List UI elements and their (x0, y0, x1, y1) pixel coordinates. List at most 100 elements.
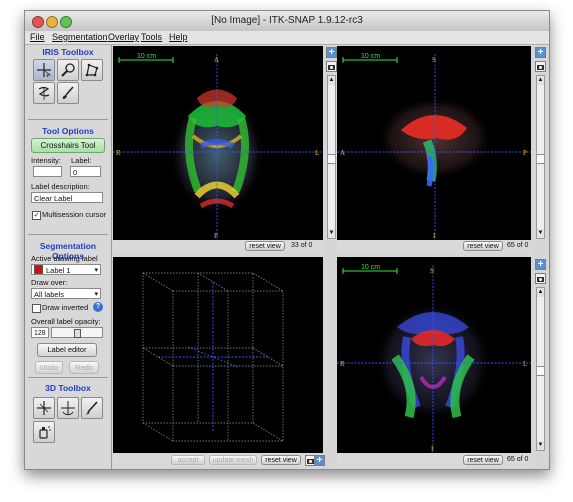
coronal-slice-scrollbar[interactable]: ▲ ▼ (536, 287, 545, 451)
camera-icon (328, 65, 335, 70)
coronal-footer: reset view 65 of 0 (337, 453, 531, 467)
intensity-label: Intensity: (31, 156, 62, 165)
coronal-reset-view-button[interactable]: reset view (463, 455, 503, 465)
axial-screenshot-button[interactable] (326, 61, 337, 72)
axial-slice-scrollbar[interactable]: ▲ ▼ (327, 75, 336, 239)
scroll-up-icon[interactable]: ▲ (537, 288, 544, 297)
crosshairs-3d-tool-button[interactable] (33, 397, 55, 419)
coronal-orient-bottom: I (431, 445, 434, 453)
label-id-field[interactable]: 0 (70, 166, 101, 177)
axial-reset-view-button[interactable]: reset view (245, 241, 285, 251)
coronal-slice-view[interactable]: 10 cm S I R L (337, 257, 531, 453)
rotate-3d-icon (61, 401, 75, 416)
rotate-3d-tool-button[interactable] (57, 397, 79, 419)
sagittal-scale-label: 10 cm (361, 53, 380, 60)
3d-accept-button[interactable]: accept (171, 455, 205, 465)
multisession-cursor-checkbox[interactable]: ✓ (32, 211, 41, 220)
camera-icon (537, 277, 544, 282)
polygon-icon (85, 63, 99, 77)
axial-slice-indicator: 33 of 0 (291, 242, 313, 249)
crosshairs-tool-button[interactable] (33, 59, 55, 81)
sagittal-slice-scrollbar[interactable]: ▲ ▼ (536, 75, 545, 239)
axial-orient-left: R (116, 149, 121, 157)
scroll-thumb[interactable] (328, 154, 335, 164)
coronal-screenshot-button[interactable] (535, 273, 546, 284)
opacity-title: Overall label opacity: (31, 317, 101, 326)
axial-orient-top: A (214, 56, 219, 64)
tool-options-title: Tool Options (42, 126, 94, 136)
coronal-orient-top: S (430, 267, 434, 275)
section-divider (28, 234, 108, 235)
undo-button[interactable]: Undo (35, 361, 63, 374)
title-bar: [No Image] - ITK-SNAP 1.9.12-rc3 (25, 11, 549, 32)
help-button[interactable]: ? (93, 302, 103, 312)
scroll-up-icon[interactable]: ▲ (537, 76, 544, 85)
axial-footer: reset view 33 of 0 (113, 240, 323, 253)
scroll-down-icon[interactable]: ▼ (537, 441, 544, 450)
dropdown-arrow-icon: ▾ (94, 291, 98, 298)
label-color-swatch (34, 265, 43, 274)
coronal-slice-indicator: 65 of 0 (507, 456, 529, 463)
3d-expand-button[interactable]: + (314, 455, 325, 466)
scalpel-tool-button[interactable] (81, 397, 103, 419)
axial-slice-view[interactable]: 10 cm A P R L (113, 46, 323, 240)
snake-tool-button[interactable] (33, 82, 55, 104)
menu-segmentation[interactable]: Segmentation (52, 32, 108, 42)
intensity-field[interactable] (33, 166, 62, 177)
active-tool-display: Crosshairs Tool (31, 138, 105, 153)
menu-bar: File Segmentation Overlay Tools Help (25, 31, 549, 45)
sagittal-screenshot-button[interactable] (535, 61, 546, 72)
coronal-orient-left: R (340, 360, 345, 368)
scalpel-icon (86, 401, 98, 415)
multisession-cursor-label: Multisession cursor (42, 210, 107, 219)
draw-inverted-label: Draw inverted (42, 303, 89, 312)
axial-orient-right: L (315, 149, 319, 157)
scroll-down-icon[interactable]: ▼ (328, 229, 335, 238)
label-editor-button[interactable]: Label editor (37, 343, 97, 357)
axial-slice-canvas: 10 cm A P R L (113, 53, 323, 240)
label-description-field[interactable]: Clear Label (31, 192, 103, 203)
redo-button[interactable]: Redo (69, 361, 99, 374)
snake-icon (38, 86, 50, 100)
paintbrush-tool-button[interactable] (57, 82, 79, 104)
opacity-slider-thumb[interactable] (74, 329, 81, 338)
scroll-thumb[interactable] (537, 154, 544, 164)
coronal-slice-canvas: 10 cm S I R L (337, 264, 531, 453)
zoom-tool-button[interactable] (57, 59, 79, 81)
coronal-expand-button[interactable]: + (535, 259, 546, 270)
polygon-tool-button[interactable] (81, 59, 103, 81)
3d-reset-view-button[interactable]: reset view (261, 455, 301, 465)
opacity-slider[interactable] (51, 327, 103, 338)
spraypaint-icon (39, 426, 51, 439)
camera-icon (537, 65, 544, 70)
axial-expand-button[interactable]: + (326, 47, 337, 58)
menu-tools[interactable]: Tools (141, 32, 162, 42)
scroll-up-icon[interactable]: ▲ (328, 76, 335, 85)
sagittal-slice-view[interactable]: 10 cm S I A P (337, 46, 531, 240)
menu-help[interactable]: Help (169, 32, 188, 42)
scroll-down-icon[interactable]: ▼ (537, 229, 544, 238)
scroll-thumb[interactable] (537, 366, 544, 376)
draw-over-title: Draw over: (31, 278, 68, 287)
axial-orient-bottom: P (214, 232, 218, 240)
3d-update-mesh-button[interactable]: update mesh (209, 455, 257, 465)
sagittal-reset-view-button[interactable]: reset view (463, 241, 503, 251)
draw-inverted-checkbox[interactable] (32, 304, 41, 313)
menu-overlay[interactable]: Overlay (108, 32, 139, 42)
axial-scale-label: 10 cm (137, 53, 156, 60)
active-label-select[interactable]: Label 1 ▾ (31, 264, 101, 275)
draw-over-select[interactable]: All labels ▾ (31, 288, 101, 299)
crosshairs-icon (37, 63, 52, 78)
sagittal-orient-top: S (432, 56, 436, 64)
3d-render-view[interactable] (113, 257, 323, 453)
crosshairs-3d-icon (37, 401, 51, 415)
opacity-value-field[interactable]: 128 (31, 327, 49, 338)
window-title: [No Image] - ITK-SNAP 1.9.12-rc3 (211, 15, 363, 26)
iris-toolbox-title: IRIS Toolbox (42, 47, 94, 57)
sagittal-expand-button[interactable]: + (535, 47, 546, 58)
label-id-label: Label: (71, 156, 92, 165)
3d-render-canvas (142, 272, 284, 442)
menu-file[interactable]: File (30, 32, 45, 42)
spraypaint-tool-button[interactable] (33, 421, 55, 443)
label-description-label: Label description: (31, 182, 90, 191)
